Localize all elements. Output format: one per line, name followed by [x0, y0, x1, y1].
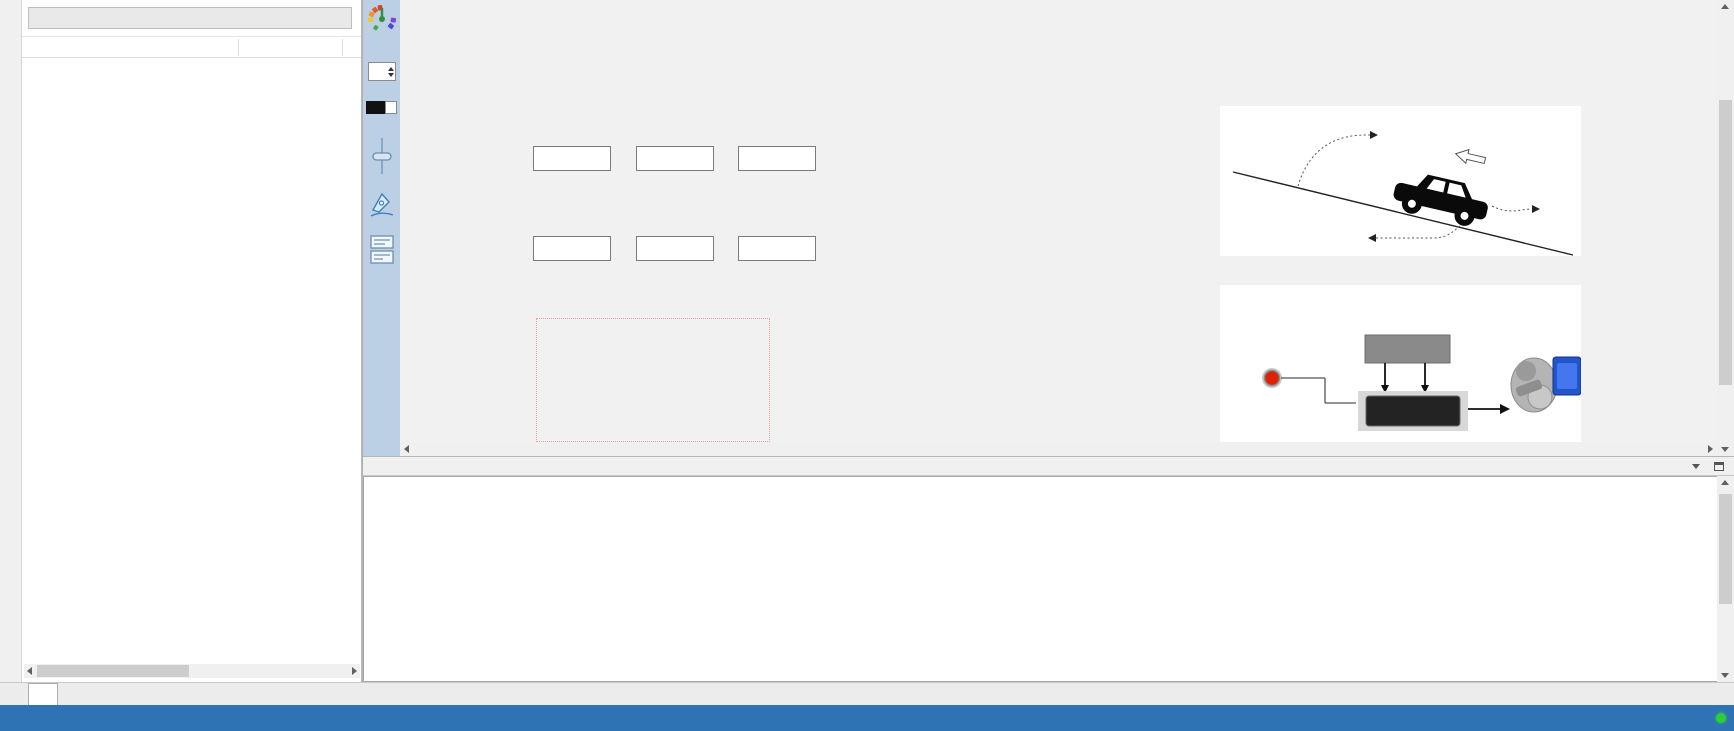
- tree-horizontal-scrollbar[interactable]: [24, 664, 360, 678]
- gauge-widget-icon[interactable]: [367, 4, 397, 34]
- scroll-up-icon[interactable]: [1721, 4, 1729, 9]
- scroll-left-icon[interactable]: [404, 445, 409, 453]
- scroll-left-icon[interactable]: [27, 667, 32, 675]
- output-vertical-scrollbar[interactable]: [1717, 476, 1734, 682]
- scroll-right-icon[interactable]: [352, 667, 357, 675]
- caliper-photo: [1511, 357, 1581, 412]
- slider-widget-icon[interactable]: [371, 136, 393, 176]
- widget-palette: [363, 0, 400, 456]
- scroll-up-icon[interactable]: [1721, 480, 1729, 485]
- scrollbar-thumb[interactable]: [1719, 494, 1732, 604]
- canvas-horizontal-scrollbar[interactable]: [400, 442, 1717, 456]
- main-region: [0, 0, 1734, 682]
- drive-force-input[interactable]: [636, 146, 714, 171]
- scrollbar-thumb[interactable]: [37, 665, 189, 677]
- toggle-off-half: [385, 101, 397, 114]
- scroll-down-icon[interactable]: [1721, 673, 1729, 678]
- output-dropdown-icon[interactable]: [1692, 464, 1700, 469]
- app-window: [0, 0, 1734, 731]
- output-panel-tab[interactable]: [28, 683, 58, 705]
- scrollbar-thumb[interactable]: [1719, 100, 1732, 385]
- list-widget-icon[interactable]: [369, 234, 395, 266]
- drive-force-time-input[interactable]: [533, 146, 611, 171]
- y-line-chart[interactable]: [785, 90, 1195, 260]
- toggle-on-label: [366, 101, 385, 114]
- output-body: [363, 476, 1734, 682]
- left-dock-strip: [0, 0, 22, 682]
- friction-coef-input[interactable]: [533, 236, 611, 261]
- column-divider: [238, 39, 239, 56]
- vs-line-chart[interactable]: [785, 270, 1195, 442]
- spinbox-arrows-icon[interactable]: [387, 67, 395, 77]
- speed-gauge[interactable]: [538, 320, 768, 442]
- tree-filter-input[interactable]: [28, 7, 352, 29]
- scroll-down-icon[interactable]: [1721, 447, 1729, 452]
- status-bar: [0, 705, 1734, 731]
- toggle-widget[interactable]: [366, 101, 397, 114]
- vehicle-mass-input[interactable]: [636, 236, 714, 261]
- car-silhouette: [1390, 168, 1492, 230]
- designer-top: [363, 0, 1734, 456]
- project-tree-panel: [22, 0, 362, 682]
- dashboard-canvas[interactable]: [400, 0, 1717, 442]
- force-arrow-icon: [1454, 147, 1486, 167]
- canvas-vertical-scrollbar[interactable]: [1717, 0, 1734, 456]
- scroll-right-icon[interactable]: [1708, 445, 1713, 453]
- column-divider: [342, 39, 343, 56]
- log-list: [363, 476, 1717, 682]
- car-slope-image[interactable]: [1220, 106, 1581, 256]
- circuit-diagram-image[interactable]: [1220, 285, 1581, 442]
- output-panel: [363, 456, 1734, 682]
- output-collapse-icon[interactable]: [1714, 462, 1724, 471]
- spinbox-widget[interactable]: [368, 62, 396, 81]
- pen-widget-icon[interactable]: [369, 190, 395, 220]
- right-region: [362, 0, 1734, 682]
- canvas-wrap: [400, 0, 1717, 456]
- bottom-tab-row: [0, 682, 1734, 705]
- output-panel-header: [363, 456, 1734, 476]
- ign-led: [1265, 371, 1280, 386]
- tree-column-header: [22, 36, 361, 58]
- connection-status-icon: [1716, 713, 1726, 723]
